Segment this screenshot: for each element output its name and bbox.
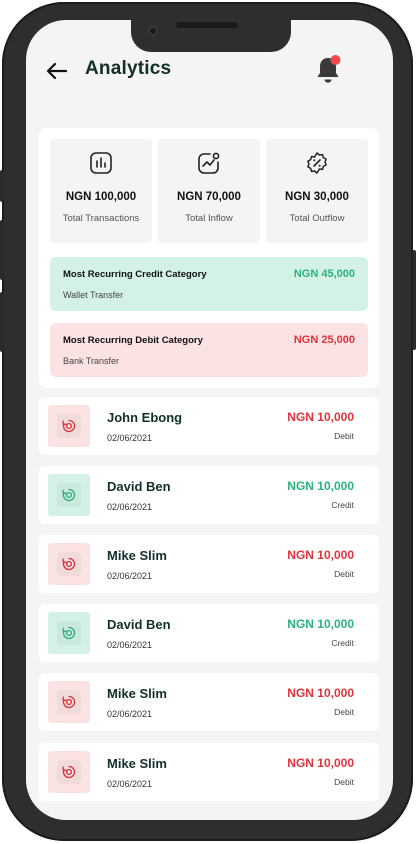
transaction-amount: NGN 10,000: [287, 617, 354, 631]
bar-chart-icon: [89, 151, 113, 175]
transaction-name: David Ben: [107, 617, 171, 632]
transaction-amount: NGN 10,000: [287, 479, 354, 493]
transaction-date: 02/06/2021: [107, 709, 153, 719]
stat-label: Total Outflow: [289, 213, 345, 224]
stat-amount: NGN 70,000: [177, 191, 241, 203]
app-screen: Analytics NGN 100,000 Total Transactions…: [26, 20, 393, 820]
speaker: [176, 22, 238, 28]
stat-total-inflow: NGN 70,000 Total Inflow: [158, 139, 260, 243]
transaction-row[interactable]: Mike Slim 02/06/2021 NGN 10,000 Debit: [39, 673, 379, 731]
notification-bell-icon[interactable]: [314, 54, 344, 86]
debit-icon: [62, 557, 76, 571]
volume-up-button: [0, 220, 4, 280]
debit-category-card: Most Recurring Debit Category Bank Trans…: [50, 323, 368, 377]
transaction-row[interactable]: Mike Slim 02/06/2021 NGN 10,000 Debit: [39, 743, 379, 801]
debit-icon: [62, 419, 76, 433]
stat-label: Total Inflow: [185, 213, 233, 224]
credit-icon: [62, 626, 76, 640]
credit-category-title: Most Recurring Credit Category: [63, 269, 207, 280]
transaction-avatar: [48, 405, 90, 447]
transaction-avatar: [48, 474, 90, 516]
transaction-amount: NGN 10,000: [287, 686, 354, 700]
transaction-date: 02/06/2021: [107, 779, 153, 789]
stat-total-outflow: NGN 30,000 Total Outflow: [266, 139, 368, 243]
transaction-avatar: [48, 612, 90, 654]
transaction-amount: NGN 10,000: [287, 410, 354, 424]
transaction-row[interactable]: Mike Slim 02/06/2021 NGN 10,000 Debit: [39, 535, 379, 593]
transaction-date: 02/06/2021: [107, 571, 153, 581]
trend-up-icon: [197, 151, 221, 175]
mute-switch: [0, 170, 4, 202]
transaction-date: 02/06/2021: [107, 502, 153, 512]
discount-badge-icon: [305, 151, 329, 175]
transaction-name: Mike Slim: [107, 686, 167, 701]
transaction-name: Mike Slim: [107, 756, 167, 771]
transaction-date: 02/06/2021: [107, 640, 153, 650]
debit-category-subtitle: Bank Transfer: [63, 356, 120, 366]
transaction-avatar: [48, 681, 90, 723]
stat-total-transactions: NGN 100,000 Total Transactions: [50, 139, 152, 243]
transaction-name: John Ebong: [107, 410, 183, 425]
credit-category-amount: NGN 45,000: [293, 268, 355, 280]
stat-amount: NGN 30,000: [285, 191, 349, 203]
transaction-name: David Ben: [107, 479, 171, 494]
credit-category-card: Most Recurring Credit Category Wallet Tr…: [50, 257, 368, 311]
summary-card: NGN 100,000 Total Transactions NGN 70,00…: [39, 128, 379, 388]
transaction-avatar: [48, 751, 90, 793]
transaction-amount: NGN 10,000: [287, 756, 354, 770]
stat-amount: NGN 100,000: [65, 191, 137, 203]
notch: [131, 20, 291, 52]
transaction-type: Credit: [331, 638, 354, 648]
transaction-type: Credit: [331, 500, 354, 510]
transaction-type: Debit: [334, 569, 354, 579]
transaction-type: Debit: [334, 777, 354, 787]
transaction-row[interactable]: John Ebong 02/06/2021 NGN 10,000 Debit: [39, 397, 379, 455]
transaction-row[interactable]: David Ben 02/06/2021 NGN 10,000 Credit: [39, 466, 379, 524]
transaction-type: Debit: [334, 431, 354, 441]
debit-category-amount: NGN 25,000: [293, 334, 355, 346]
credit-category-subtitle: Wallet Transfer: [63, 290, 124, 300]
back-arrow-icon[interactable]: [44, 58, 70, 84]
notification-badge: [330, 55, 341, 65]
debit-icon: [62, 765, 76, 779]
transaction-type: Debit: [334, 707, 354, 717]
credit-icon: [62, 488, 76, 502]
debit-category-title: Most Recurring Debit Category: [63, 335, 203, 346]
transaction-row[interactable]: David Ben 02/06/2021 NGN 10,000 Credit: [39, 604, 379, 662]
power-button: [412, 250, 416, 350]
transaction-avatar: [48, 543, 90, 585]
transaction-name: Mike Slim: [107, 548, 167, 563]
transaction-date: 02/06/2021: [107, 433, 153, 443]
volume-down-button: [0, 292, 4, 352]
debit-icon: [62, 695, 76, 709]
app-header: Analytics: [26, 54, 393, 94]
page-title: Analytics: [85, 58, 172, 79]
transaction-amount: NGN 10,000: [287, 548, 354, 562]
camera: [148, 26, 158, 36]
stat-label: Total Transactions: [62, 213, 140, 224]
